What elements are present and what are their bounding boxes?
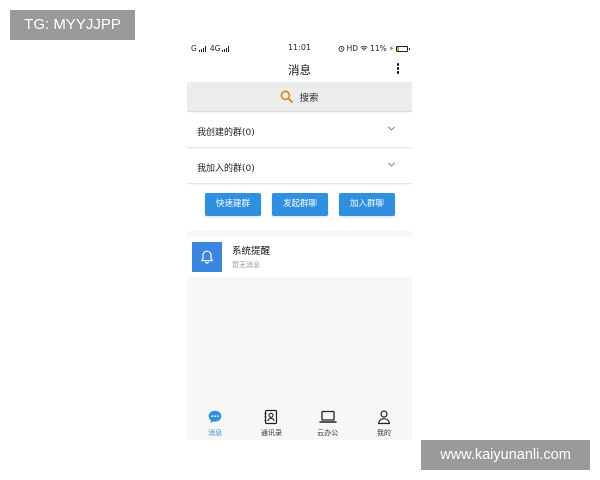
page-title: 消息 [288, 63, 311, 77]
status-right: HD 11% ⚡ [338, 44, 410, 53]
tab-cloud-office[interactable]: 云办公 [300, 405, 356, 440]
watermark-bottom: www.kaiyunanli.com [421, 440, 590, 470]
start-group-chat-button[interactable]: 发起群聊 [272, 193, 328, 216]
group-row-label: 我加入的群(0) [197, 164, 255, 174]
battery-percent: 11% [370, 44, 387, 53]
group-row-created[interactable]: 我创建的群(0) [187, 113, 412, 148]
phone-screen: G 4G 11:01 HD 11% ⚡ 消息 搜索 我创建的群(0) 我加入的群… [187, 38, 412, 440]
contacts-icon [264, 409, 278, 425]
bottom-tab-bar: 消息 通讯录 云办公 我的 [187, 405, 412, 440]
group-row-joined[interactable]: 我加入的群(0) [187, 149, 412, 184]
tab-label: 我的 [376, 429, 391, 437]
person-icon [377, 410, 390, 425]
tab-me[interactable]: 我的 [356, 405, 412, 440]
system-message-item[interactable]: 系统提醒 暂无消息 [187, 237, 412, 277]
battery-icon [396, 45, 410, 52]
quick-create-group-button[interactable]: 快速建群 [205, 193, 261, 216]
tab-messages[interactable]: 消息 [187, 405, 243, 440]
alarm-icon [338, 45, 344, 52]
bell-icon [201, 250, 213, 264]
tab-contacts[interactable]: 通讯录 [243, 405, 299, 440]
system-message-icon-box [192, 242, 222, 272]
header: 消息 [187, 58, 412, 82]
watermark-top: TG: MYYJJPP [10, 10, 135, 40]
join-group-chat-button[interactable]: 加入群聊 [339, 193, 395, 216]
system-message-title: 系统提醒 [232, 246, 271, 257]
tab-label: 消息 [208, 429, 223, 437]
search-icon [281, 90, 294, 103]
chevron-down-icon [388, 126, 395, 131]
search-bar[interactable]: 搜索 [187, 82, 412, 112]
laptop-icon [318, 410, 337, 423]
more-vertical-icon[interactable] [396, 63, 400, 77]
group-row-label: 我创建的群(0) [197, 128, 255, 138]
wifi-icon [360, 45, 368, 51]
chevron-down-icon [388, 162, 395, 167]
tab-label: 通讯录 [260, 429, 282, 437]
chat-bubble-icon [208, 410, 222, 423]
system-message-subtitle: 暂无消息 [232, 261, 260, 269]
hd-label: HD [346, 44, 359, 53]
action-bar: 快速建群 发起群聊 加入群聊 [187, 185, 412, 231]
status-bar: G 4G 11:01 HD 11% ⚡ [187, 38, 412, 58]
search-label: 搜索 [299, 92, 319, 104]
charging-icon: ⚡ [388, 44, 394, 53]
tab-label: 云办公 [317, 429, 339, 437]
